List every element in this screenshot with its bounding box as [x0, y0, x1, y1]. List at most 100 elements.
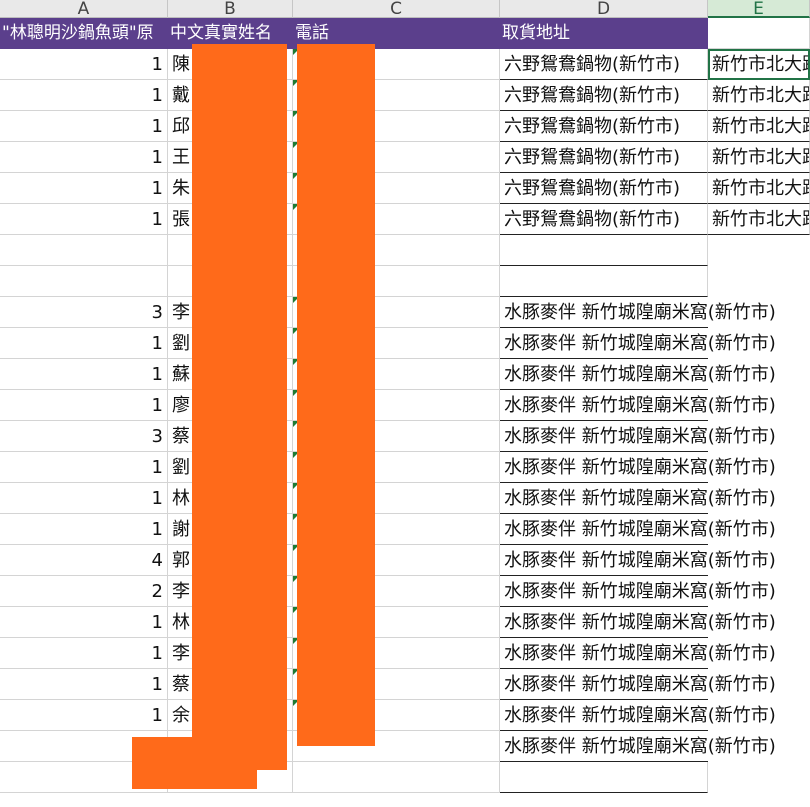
- cell-qty[interactable]: 3: [0, 297, 168, 328]
- cell-store[interactable]: 水豚麥伴 新竹城隍廟米窩(新竹市): [500, 452, 776, 483]
- cell-text: 水豚麥伴 新竹城隍廟米窩(新竹市): [504, 550, 776, 571]
- cell-store[interactable]: 水豚麥伴 新竹城隍廟米窩(新竹市): [500, 669, 776, 700]
- cell-qty[interactable]: 1: [0, 607, 168, 638]
- cell-address[interactable]: [708, 266, 810, 297]
- cell-address[interactable]: 新竹市北大路: [708, 173, 810, 204]
- cell-address[interactable]: 新竹市北大路: [708, 49, 810, 80]
- cell-store[interactable]: 水豚麥伴 新竹城隍廟米窩(新竹市): [500, 638, 776, 669]
- cell-store[interactable]: 水豚麥伴 新竹城隍廟米窩(新竹市): [500, 421, 776, 452]
- column-header-b[interactable]: B: [168, 0, 293, 18]
- cell-address[interactable]: [708, 762, 810, 793]
- cell-address[interactable]: [708, 235, 810, 266]
- cell-address[interactable]: 新竹市北大路: [708, 142, 810, 173]
- cell-text: 水豚麥伴 新竹城隍廟米窩(新竹市): [504, 364, 776, 385]
- cell-qty[interactable]: 2: [0, 576, 168, 607]
- table-row: 2李888水豚麥伴 新竹城隍廟米窩(新竹市): [0, 576, 810, 607]
- cell-store[interactable]: 水豚麥伴 新竹城隍廟米窩(新竹市): [500, 390, 776, 421]
- cell-text: 水豚麥伴 新竹城隍廟米窩(新竹市): [504, 612, 776, 633]
- table-row: 1陳627六野鴛鴦鍋物(新竹市)新竹市北大路: [0, 49, 810, 80]
- cell-phone[interactable]: [293, 762, 500, 793]
- table-row: 1林917水豚麥伴 新竹城隍廟米窩(新竹市): [0, 483, 810, 514]
- cell-text: 水豚麥伴 新竹城隍廟米窩(新竹市): [504, 426, 776, 447]
- cell-qty[interactable]: 3: [0, 421, 168, 452]
- cell-qty[interactable]: 1: [0, 111, 168, 142]
- cell-qty[interactable]: 1: [0, 142, 168, 173]
- header-cell-d[interactable]: 取貨地址: [500, 18, 708, 49]
- table-row: [0, 762, 810, 793]
- cell-qty[interactable]: 1: [0, 80, 168, 111]
- cell-store[interactable]: 水豚麥伴 新竹城隍廟米窩(新竹市): [500, 297, 776, 328]
- cell-qty[interactable]: 1: [0, 514, 168, 545]
- cell-address[interactable]: 新竹市北大路: [708, 204, 810, 235]
- redaction-block: [192, 44, 287, 770]
- table-row: 1邱550六野鴛鴦鍋物(新竹市)新竹市北大路: [0, 111, 810, 142]
- cell-store[interactable]: 六野鴛鴦鍋物(新竹市): [500, 142, 708, 173]
- table-row: 4郭591水豚麥伴 新竹城隍廟米窩(新竹市): [0, 545, 810, 576]
- cell-store[interactable]: 水豚麥伴 新竹城隍廟米窩(新竹市): [500, 328, 776, 359]
- cell-address[interactable]: 新竹市北大路: [708, 80, 810, 111]
- cell-qty[interactable]: 1: [0, 328, 168, 359]
- header-cell-a[interactable]: "林聰明沙鍋魚頭"原: [0, 18, 168, 49]
- table-row: 1朱359六野鴛鴦鍋物(新竹市)新竹市北大路: [0, 173, 810, 204]
- cell-text: 水豚麥伴 新竹城隍廟米窩(新竹市): [504, 302, 776, 323]
- table-row: 1蔡269水豚麥伴 新竹城隍廟米窩(新竹市): [0, 669, 810, 700]
- table-row: [0, 235, 810, 266]
- cell-qty[interactable]: 1: [0, 204, 168, 235]
- cell-qty[interactable]: 1: [0, 452, 168, 483]
- cell-qty[interactable]: 1: [0, 173, 168, 204]
- cell-store[interactable]: 六野鴛鴦鍋物(新竹市): [500, 111, 708, 142]
- cell-store[interactable]: 六野鴛鴦鍋物(新竹市): [500, 173, 708, 204]
- cell-store[interactable]: 水豚麥伴 新竹城隍廟米窩(新竹市): [500, 576, 776, 607]
- cell-store[interactable]: 水豚麥伴 新竹城隍廟米窩(新竹市): [500, 545, 776, 576]
- cell-qty[interactable]: [0, 266, 168, 297]
- table-row: 1李603水豚麥伴 新竹城隍廟米窩(新竹市): [0, 638, 810, 669]
- table-row: 1林223水豚麥伴 新竹城隍廟米窩(新竹市): [0, 607, 810, 638]
- cell-qty[interactable]: 1: [0, 638, 168, 669]
- table-row: 1余131水豚麥伴 新竹城隍廟米窩(新竹市): [0, 700, 810, 731]
- column-header-c[interactable]: C: [293, 0, 500, 18]
- cell-store[interactable]: 水豚麥伴 新竹城隍廟米窩(新竹市): [500, 731, 776, 762]
- column-header-d[interactable]: D: [500, 0, 708, 18]
- cell-qty[interactable]: 1: [0, 49, 168, 80]
- column-header-a[interactable]: A: [0, 0, 168, 18]
- cell-store[interactable]: 六野鴛鴦鍋物(新竹市): [500, 49, 708, 80]
- cell-text: 水豚麥伴 新竹城隍廟米窩(新竹市): [504, 519, 776, 540]
- table-row: 1劉581水豚麥伴 新竹城隍廟米窩(新竹市): [0, 452, 810, 483]
- table-row: 1蘇101水豚麥伴 新竹城隍廟米窩(新竹市): [0, 359, 810, 390]
- table-row: 1王807六野鴛鴦鍋物(新竹市)新竹市北大路: [0, 142, 810, 173]
- cell-store[interactable]: 水豚麥伴 新竹城隍廟米窩(新竹市): [500, 483, 776, 514]
- header-row: "林聰明沙鍋魚頭"原 中文真實姓名 電話 取貨地址: [0, 18, 810, 49]
- table-row: [0, 266, 810, 297]
- cell-qty[interactable]: 1: [0, 669, 168, 700]
- header-cell-e[interactable]: [708, 18, 810, 49]
- cell-text: 水豚麥伴 新竹城隍廟米窩(新竹市): [504, 581, 776, 602]
- cell-store[interactable]: [500, 235, 708, 266]
- spreadsheet[interactable]: A B C D E "林聰明沙鍋魚頭"原 中文真實姓名 電話 取貨地址 1陳62…: [0, 0, 810, 807]
- cell-address[interactable]: 新竹市北大路: [708, 111, 810, 142]
- cell-store[interactable]: 六野鴛鴦鍋物(新竹市): [500, 204, 708, 235]
- cell-text: 水豚麥伴 新竹城隍廟米窩(新竹市): [504, 674, 776, 695]
- table-row: 水豚麥伴 新竹城隍廟米窩(新竹市): [0, 731, 810, 762]
- cell-qty[interactable]: [0, 235, 168, 266]
- table-row: 1廖690水豚麥伴 新竹城隍廟米窩(新竹市): [0, 390, 810, 421]
- cell-text: 水豚麥伴 新竹城隍廟米窩(新竹市): [504, 333, 776, 354]
- cell-qty[interactable]: 4: [0, 545, 168, 576]
- table-row: 1張080六野鴛鴦鍋物(新竹市)新竹市北大路: [0, 204, 810, 235]
- redaction-block: [297, 44, 375, 746]
- column-header-e[interactable]: E: [708, 0, 810, 18]
- cell-qty[interactable]: 1: [0, 390, 168, 421]
- cell-store[interactable]: 水豚麥伴 新竹城隍廟米窩(新竹市): [500, 700, 776, 731]
- cell-text: 水豚麥伴 新竹城隍廟米窩(新竹市): [504, 457, 776, 478]
- cell-store[interactable]: [500, 266, 708, 297]
- cell-store[interactable]: 六野鴛鴦鍋物(新竹市): [500, 80, 708, 111]
- cell-store[interactable]: 水豚麥伴 新竹城隍廟米窩(新竹市): [500, 359, 776, 390]
- cell-store[interactable]: 水豚麥伴 新竹城隍廟米窩(新竹市): [500, 514, 776, 545]
- cell-text: 水豚麥伴 新竹城隍廟米窩(新竹市): [504, 643, 776, 664]
- table-row: 1謝715水豚麥伴 新竹城隍廟米窩(新竹市): [0, 514, 810, 545]
- cell-qty[interactable]: 1: [0, 359, 168, 390]
- cell-qty[interactable]: 1: [0, 700, 168, 731]
- table-row: 1戴189六野鴛鴦鍋物(新竹市)新竹市北大路: [0, 80, 810, 111]
- cell-store[interactable]: [500, 762, 708, 793]
- cell-qty[interactable]: 1: [0, 483, 168, 514]
- cell-store[interactable]: 水豚麥伴 新竹城隍廟米窩(新竹市): [500, 607, 776, 638]
